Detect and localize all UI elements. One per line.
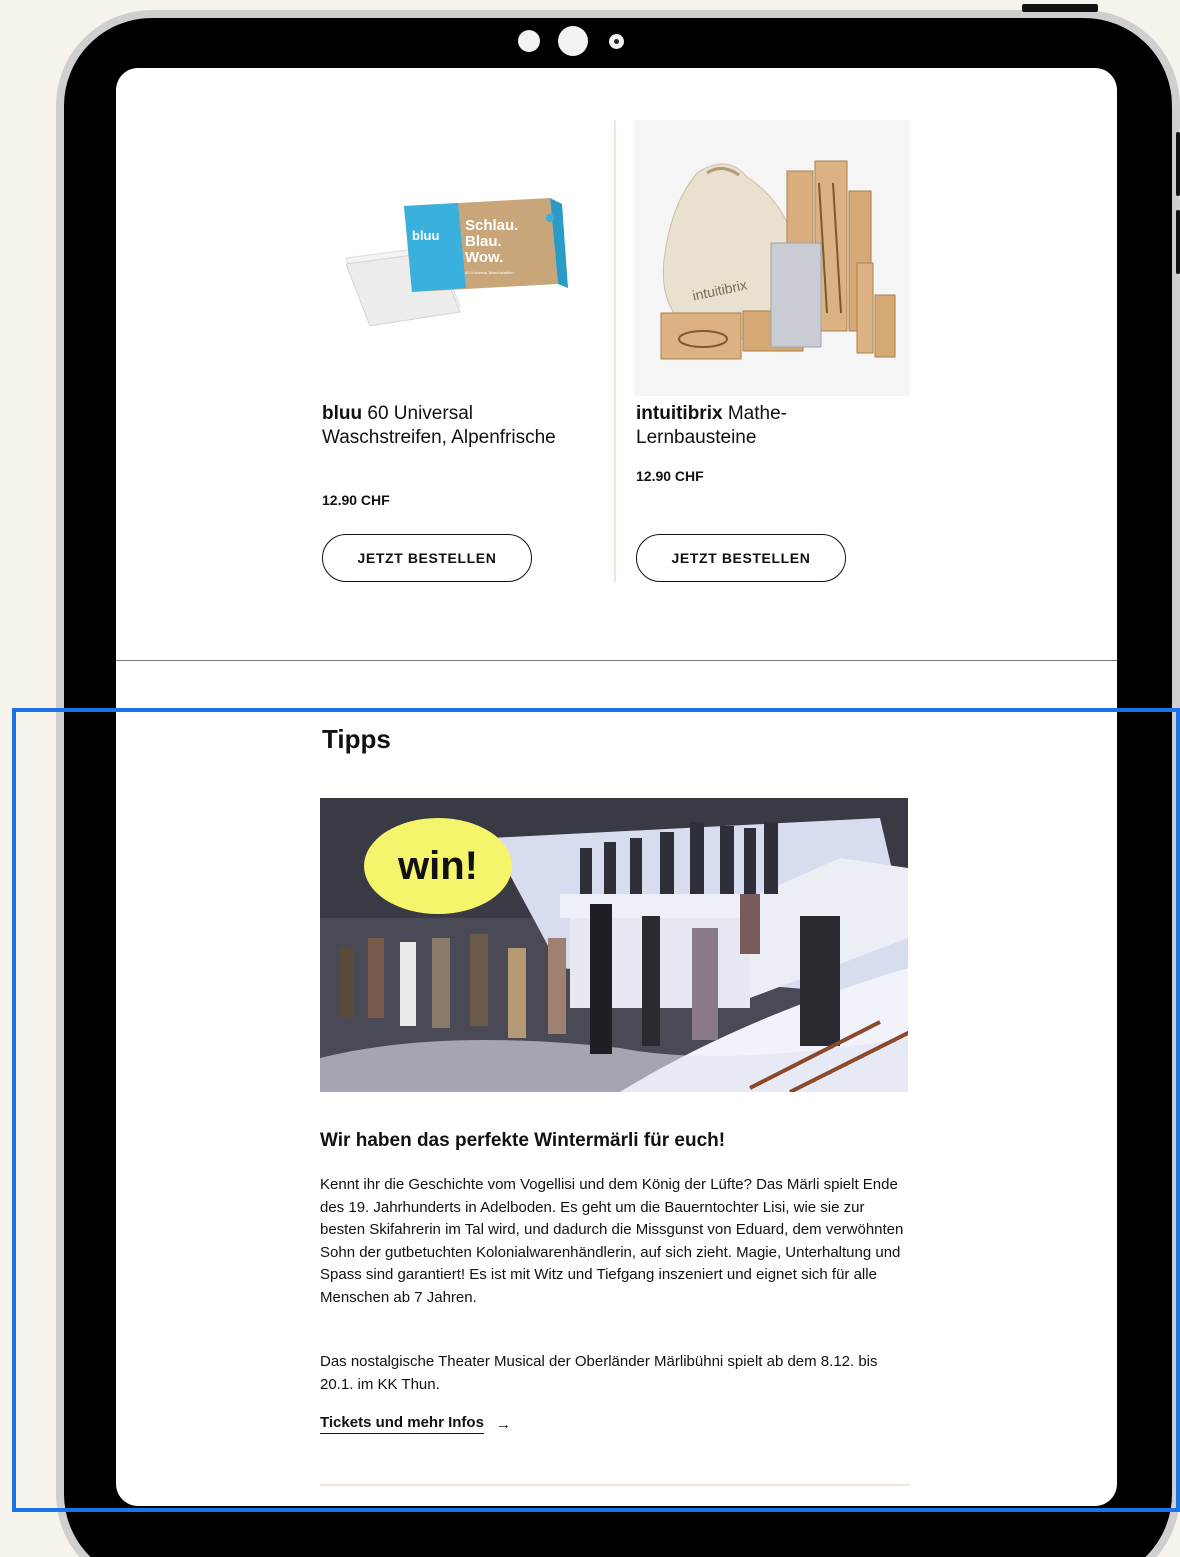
section-divider (116, 660, 1117, 661)
product-brand: bluu (322, 403, 363, 424)
tablet-volume-down-button (1176, 210, 1180, 274)
bottom-divider (320, 1484, 910, 1486)
product-divider (614, 120, 616, 582)
arrow-right-icon: → (495, 1415, 511, 1433)
camera-dot-left (518, 30, 540, 52)
tablet-volume-up-button (1176, 132, 1180, 196)
bluu-package-illustration (345, 198, 568, 327)
product-title-intuitibrix[interactable]: intuitibrix Mathe-Lernbausteine (636, 402, 876, 450)
tickets-link[interactable]: Tickets und mehr Infos → (320, 1414, 511, 1434)
intuitibrix-illustration (660, 160, 896, 360)
slogan-line-3: Wow. (465, 249, 504, 266)
section-heading-tipps: Tipps (322, 724, 391, 754)
product-price: 12.90 CHF (322, 492, 390, 508)
product-image-bluu[interactable]: bluu Schlau. Blau. Wow. 60 Universal-Was… (322, 120, 598, 396)
bluu-logo: bluu (412, 228, 440, 243)
package-small-text: 60 Universal-Waschstreifen (465, 270, 514, 275)
product-brand: intuitibrix (636, 403, 723, 424)
order-button-intuitibrix[interactable]: JETZT BESTELLEN (636, 534, 846, 582)
article-paragraph-1: Kennt ihr die Geschichte vom Vogellisi u… (320, 1176, 904, 1306)
tablet-top-button (1022, 4, 1098, 12)
bluu-slogan: Schlau. Blau. Wow. 60 Universal-Waschstr… (465, 218, 518, 276)
slogan-line-2: Blau. (465, 233, 502, 250)
product-image-intuitibrix[interactable]: intuitibrix (634, 120, 910, 396)
slogan-line-1: Schlau. (465, 217, 519, 234)
article-paragraph-2: Das nostalgische Theater Musical der Obe… (320, 1353, 878, 1393)
product-title-bluu[interactable]: bluu 60 Universal Waschstreifen, Alpenfr… (322, 402, 562, 450)
hero-image-theater[interactable]: win! (320, 798, 908, 1092)
camera-dot-right (609, 34, 624, 49)
win-badge: win! (364, 818, 512, 914)
tablet-screen: bluu Schlau. Blau. Wow. 60 Universal-Was… (116, 68, 1117, 1506)
order-button-bluu[interactable]: JETZT BESTELLEN (322, 534, 532, 582)
product-price: 12.90 CHF (636, 468, 704, 484)
tickets-link-label: Tickets und mehr Infos (320, 1414, 484, 1434)
camera-lens (558, 26, 588, 56)
article-title: Wir haben das perfekte Wintermärli für e… (320, 1130, 726, 1151)
